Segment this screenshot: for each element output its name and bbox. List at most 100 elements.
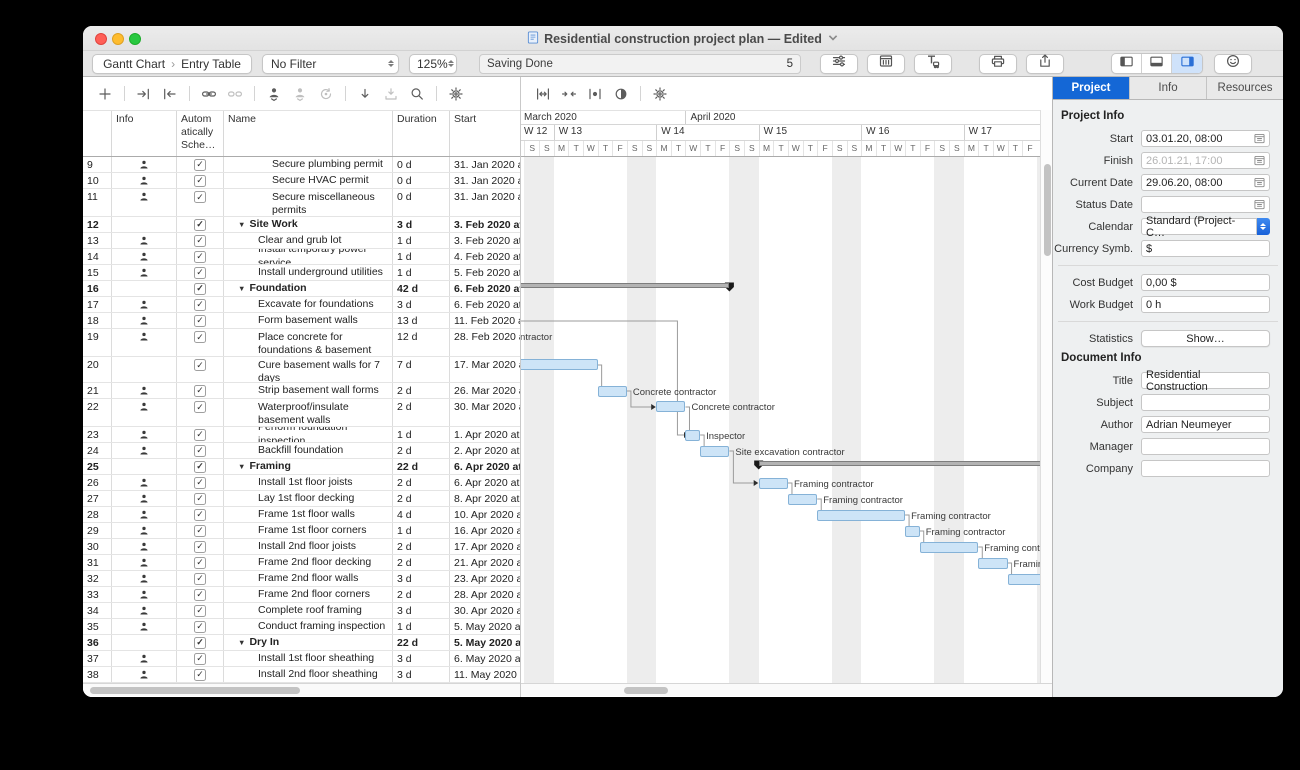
- fit-width-icon[interactable]: [535, 86, 551, 102]
- sliders-button[interactable]: [820, 53, 858, 74]
- auto-schedule-checkbox[interactable]: ✓: [194, 524, 206, 537]
- reschedule-resource-icon[interactable]: [318, 86, 334, 102]
- finish-field[interactable]: 26.01.21, 17:00: [1141, 152, 1270, 169]
- calendar-picker-icon[interactable]: [1254, 177, 1265, 188]
- title-chevron-down-icon[interactable]: [827, 31, 839, 47]
- subject-field[interactable]: [1141, 394, 1270, 411]
- table-row[interactable]: 28 ✓ Frame 1st floor walls 4 d 10. Apr 2020 …: [83, 507, 520, 523]
- disclosure-triangle-icon[interactable]: ▼: [238, 284, 245, 293]
- table-row[interactable]: 29 ✓ Frame 1st floor corners 1 d 16. Apr 202…: [83, 523, 520, 539]
- link-icon[interactable]: [201, 86, 217, 102]
- table-row[interactable]: 15 ✓ Install underground utilities 1 d 5. Fe…: [83, 265, 520, 281]
- auto-schedule-checkbox[interactable]: ✓: [194, 572, 206, 585]
- share-button[interactable]: [1026, 53, 1064, 74]
- task-bar[interactable]: [905, 525, 920, 537]
- calendar-picker-icon[interactable]: [1254, 199, 1265, 210]
- auto-schedule-checkbox[interactable]: ✓: [194, 218, 206, 231]
- move-down-icon[interactable]: [357, 86, 373, 102]
- summary-bar[interactable]: [758, 461, 1040, 466]
- text-style-button[interactable]: [914, 53, 952, 74]
- column-header-autom[interactable]: Autom atically Sche…: [177, 111, 224, 156]
- collapse-columns-icon[interactable]: [561, 86, 577, 102]
- settings-icon[interactable]: [448, 86, 464, 102]
- table-row[interactable]: 26 ✓ Install 1st floor joists 2 d 6. Apr 202…: [83, 475, 520, 491]
- table-row[interactable]: 25 ✓ ▼ Framing 22 d 6. Apr 2020 at…: [83, 459, 520, 475]
- scrollbar-thumb[interactable]: [624, 686, 668, 694]
- task-bar[interactable]: [1007, 573, 1040, 585]
- disclosure-triangle-icon[interactable]: ▼: [238, 638, 245, 647]
- unlink-icon[interactable]: [227, 86, 243, 102]
- breadcrumb-view[interactable]: Gantt Chart: [103, 57, 165, 71]
- auto-schedule-checkbox[interactable]: ✓: [194, 556, 206, 569]
- auto-schedule-checkbox[interactable]: ✓: [194, 191, 206, 203]
- auto-schedule-checkbox[interactable]: ✓: [194, 250, 206, 263]
- table-row[interactable]: 23 ✓ Perform foundation inspection 1 d 1. Ap…: [83, 427, 520, 443]
- view-breadcrumb[interactable]: Gantt Chart › Entry Table: [92, 53, 252, 74]
- auto-schedule-checkbox[interactable]: ✓: [194, 444, 206, 457]
- indent-right-icon[interactable]: [136, 86, 152, 102]
- auto-schedule-checkbox[interactable]: ✓: [194, 234, 206, 247]
- auto-schedule-checkbox[interactable]: ✓: [194, 314, 206, 327]
- tab-resources[interactable]: Resources: [1207, 77, 1283, 99]
- table-row[interactable]: 9 ✓ Secure plumbing permit 0 d 31. Jan 2020 …: [83, 157, 520, 173]
- auto-schedule-checkbox[interactable]: ✓: [194, 652, 206, 665]
- table-row[interactable]: 16 ✓ ▼ Foundation 42 d 6. Feb 2020 at…: [83, 281, 520, 297]
- auto-schedule-checkbox[interactable]: ✓: [194, 636, 206, 649]
- import-icon[interactable]: [383, 86, 399, 102]
- table-row[interactable]: 24 ✓ Backfill foundation 2 d 2. Apr 2020 at…: [83, 443, 520, 459]
- progress-circle-icon[interactable]: [613, 86, 629, 102]
- tab-project[interactable]: Project: [1053, 77, 1130, 99]
- auto-schedule-checkbox[interactable]: ✓: [194, 174, 206, 187]
- panel-bottom-toggle[interactable]: [1142, 54, 1172, 73]
- settings-icon[interactable]: [652, 86, 668, 102]
- auto-schedule-checkbox[interactable]: ✓: [194, 540, 206, 553]
- task-bar[interactable]: [656, 401, 686, 412]
- table-row[interactable]: 30 ✓ Install 2nd floor joists 2 d 17. Apr 20…: [83, 539, 520, 555]
- search-icon[interactable]: [409, 86, 425, 102]
- current-date-field[interactable]: 29.06.20, 08:00: [1141, 174, 1270, 191]
- panel-left-toggle[interactable]: [1112, 54, 1142, 73]
- column-header-num[interactable]: [83, 111, 112, 156]
- auto-schedule-checkbox[interactable]: ✓: [194, 359, 206, 371]
- task-bar[interactable]: [919, 541, 979, 553]
- task-bar[interactable]: [787, 493, 818, 505]
- manager-field[interactable]: [1141, 438, 1270, 455]
- auto-schedule-checkbox[interactable]: ✓: [194, 266, 206, 279]
- resource-icon[interactable]: [292, 86, 308, 102]
- add-icon[interactable]: [97, 86, 113, 102]
- table-row[interactable]: 21 ✓ Strip basement wall forms 2 d 26. Mar 2…: [83, 383, 520, 399]
- table-row[interactable]: 10 ✓ Secure HVAC permit 0 d 31. Jan 2020 at…: [83, 173, 520, 189]
- zoom-stepper[interactable]: 125%: [409, 53, 457, 74]
- tab-info[interactable]: Info: [1130, 77, 1207, 99]
- summary-bar[interactable]: [521, 283, 730, 288]
- table-row[interactable]: 31 ✓ Frame 2nd floor decking 2 d 21. Apr 202…: [83, 555, 520, 571]
- auto-schedule-checkbox[interactable]: ✓: [194, 460, 206, 473]
- printer-button[interactable]: [979, 53, 1017, 74]
- currency-symb--field[interactable]: $: [1141, 240, 1270, 257]
- task-bar[interactable]: [817, 509, 906, 521]
- status-date-field[interactable]: [1141, 196, 1270, 213]
- indent-left-icon[interactable]: [162, 86, 178, 102]
- table-row[interactable]: 33 ✓ Frame 2nd floor corners 2 d 28. Apr 202…: [83, 587, 520, 603]
- panel-right-toggle[interactable]: [1172, 54, 1202, 73]
- table-row[interactable]: 11 ✓ Secure miscellaneous permits 0 d 31. Ja…: [83, 189, 520, 217]
- table-row[interactable]: 18 ✓ Form basement walls 13 d 11. Feb 2020 a…: [83, 313, 520, 329]
- task-bar[interactable]: [521, 359, 598, 370]
- table-row[interactable]: 36 ✓ ▼ Dry In 22 d 5. May 2020 at…: [83, 635, 520, 651]
- work-budget-field[interactable]: 0 h: [1141, 296, 1270, 313]
- auto-schedule-checkbox[interactable]: ✓: [194, 476, 206, 489]
- table-row[interactable]: 35 ✓ Conduct framing inspection 1 d 5. May 2…: [83, 619, 520, 635]
- column-header-duration[interactable]: Duration: [393, 111, 450, 156]
- help-button[interactable]: [1214, 53, 1252, 74]
- task-bar[interactable]: [685, 429, 701, 441]
- breadcrumb-table[interactable]: Entry Table: [181, 57, 241, 71]
- warning-badge[interactable]: 5: [783, 58, 798, 81]
- table-row[interactable]: 37 ✓ Install 1st floor sheathing 3 d 6. May …: [83, 651, 520, 667]
- filter-dropdown[interactable]: No Filter: [262, 53, 399, 74]
- start-field[interactable]: 03.01.20, 08:00: [1141, 130, 1270, 147]
- column-header-start[interactable]: Start: [450, 111, 520, 156]
- task-bar[interactable]: [700, 445, 730, 457]
- calendar-field[interactable]: Standard (Project-C…: [1141, 215, 1257, 239]
- disclosure-triangle-icon[interactable]: ▼: [238, 462, 245, 471]
- auto-schedule-checkbox[interactable]: ✓: [194, 588, 206, 601]
